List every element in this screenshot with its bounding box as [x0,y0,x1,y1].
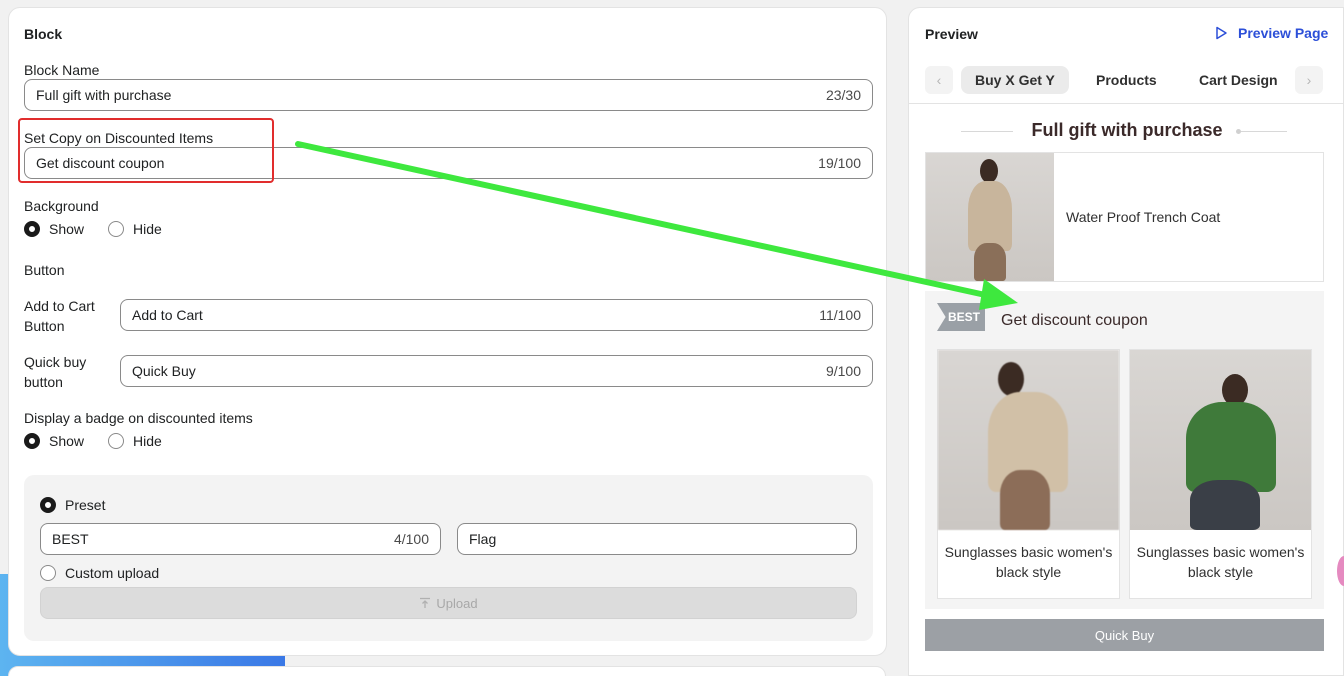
discount-item-card[interactable]: Sunglasses basic women's black style [1129,349,1312,599]
product-image [1130,350,1311,530]
item-name: Sunglasses basic women's black style [1136,544,1305,580]
badge-style-select[interactable]: Flag [457,523,857,555]
button-section-label: Button [24,262,65,278]
preview-page-link[interactable]: Preview Page [1214,25,1328,41]
badge-settings-box: Preset BEST 4/100 Flag Custom upload Upl… [24,475,873,641]
quick-buy-value: Quick Buy [132,363,196,379]
copy-count: 19/100 [818,155,861,171]
background-radio-group: Show Hide [24,221,186,237]
discount-item-card[interactable]: Sunglasses basic women's black style [937,349,1120,599]
preview-tabs: ‹ Buy X Get Y Products Cart Design › [909,64,1343,104]
badge-label: Display a badge on discounted items [24,410,253,426]
add-to-cart-value: Add to Cart [132,307,203,323]
badge-text-count: 4/100 [393,531,429,547]
radio-empty-icon[interactable] [40,565,56,581]
tabs-prev-button[interactable]: ‹ [925,66,953,94]
main-product-card: Water Proof Trench Coat [925,152,1324,282]
block-name-count: 23/30 [825,87,861,103]
quick-buy-preview-button[interactable]: Quick Buy [925,619,1324,651]
radio-selected-icon[interactable] [24,433,40,449]
background-show-option[interactable]: Show [24,221,84,237]
panel-title: Block [24,26,63,42]
badge-text-value: BEST [52,531,89,547]
main-product-name: Water Proof Trench Coat [1066,209,1221,225]
radio-selected-icon[interactable] [24,221,40,237]
badge-style-value: Flag [469,531,497,547]
chevron-left-icon: ‹ [936,72,942,88]
background-label: Background [24,198,99,214]
block-settings-panel: Block Block Name Full gift with purchase… [8,7,887,656]
preview-panel: Preview Preview Page ‹ Buy X Get Y Produ… [908,7,1344,676]
badge-text-input[interactable]: BEST 4/100 [40,523,441,555]
quick-buy-count: 9/100 [825,363,861,379]
quick-buy-label: Quick buy button [24,354,87,390]
tab-buy-x-get-y[interactable]: Buy X Get Y [961,66,1069,94]
floating-widget-edge[interactable] [1337,556,1344,586]
play-outline-icon [1216,26,1227,40]
block-name-label: Block Name [24,62,100,78]
best-badge-flag: BEST [937,303,985,331]
tab-products[interactable]: Products [1096,66,1157,94]
item-name: Sunglasses basic women's black style [944,544,1113,580]
radio-selected-icon[interactable] [40,497,56,513]
discounted-items-box: BEST Get discount coupon Sunglasses basi… [925,291,1324,609]
preset-option[interactable]: Preset [40,497,105,513]
upload-icon [420,597,431,608]
product-image [938,350,1119,530]
block-name-input[interactable]: Full gift with purchase 23/30 [24,79,873,111]
preview-title: Preview [925,26,978,42]
custom-upload-option[interactable]: Custom upload [40,565,159,581]
chevron-right-icon: › [1306,72,1312,88]
preview-heading: Full gift with purchase [1031,120,1223,140]
badge-show-option[interactable]: Show [24,433,84,449]
tabs-next-button[interactable]: › [1295,66,1323,94]
tab-cart-design[interactable]: Cart Design [1199,66,1278,94]
block-name-value: Full gift with purchase [36,87,172,103]
quick-buy-input[interactable]: Quick Buy 9/100 [120,355,873,387]
badge-radio-group: Show Hide [24,433,186,449]
upload-button[interactable]: Upload [40,587,857,619]
annotation-highlight-box [18,118,274,183]
trench-coat-image [926,153,1054,281]
next-card-edge [8,666,886,676]
radio-empty-icon[interactable] [108,433,125,449]
discount-copy-title: Get discount coupon [1001,312,1148,329]
add-to-cart-input[interactable]: Add to Cart 11/100 [120,299,873,331]
add-to-cart-label: Add to Cart Button [24,298,95,334]
radio-empty-icon[interactable] [108,221,125,237]
background-hide-option[interactable]: Hide [108,221,162,237]
add-to-cart-count: 11/100 [819,307,861,323]
badge-hide-option[interactable]: Hide [108,433,162,449]
